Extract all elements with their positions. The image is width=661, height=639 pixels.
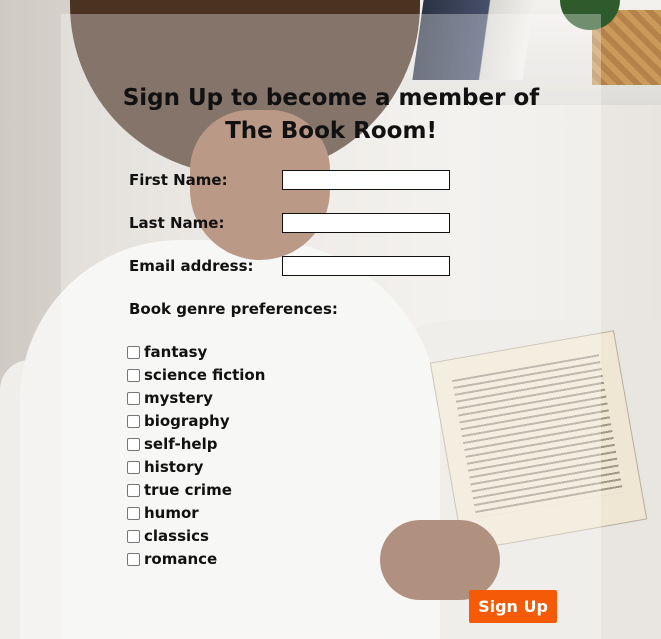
genre-option-humor[interactable]: humor (127, 502, 199, 524)
genre-option-label: history (144, 458, 204, 476)
checkbox[interactable] (127, 483, 140, 497)
genre-option-romance[interactable]: romance (127, 548, 217, 570)
genre-preferences-label: Book genre preferences: (129, 300, 338, 318)
checkbox[interactable] (127, 552, 140, 566)
genre-option-fantasy[interactable]: fantasy (127, 341, 207, 363)
genre-option-label: true crime (144, 481, 232, 499)
email-field[interactable] (282, 256, 450, 276)
page-title: Sign Up to become a member of The Book R… (61, 82, 601, 148)
genre-option-history[interactable]: history (127, 456, 203, 478)
genre-option-label: humor (144, 504, 199, 522)
genre-option-label: biography (144, 412, 230, 430)
genre-option-classics[interactable]: classics (127, 525, 209, 547)
genre-option-science-fiction[interactable]: science fiction (127, 364, 265, 386)
genre-option-label: classics (144, 527, 209, 545)
last-name-label: Last Name: (129, 214, 225, 232)
genre-option-label: science fiction (144, 366, 266, 384)
genre-option-label: mystery (144, 389, 213, 407)
first-name-label: First Name: (129, 171, 228, 189)
checkbox[interactable] (127, 368, 140, 382)
genre-option-mystery[interactable]: mystery (127, 387, 213, 409)
title-line-2: The Book Room! (225, 118, 437, 144)
genre-option-label: self-help (144, 435, 218, 453)
sign-up-button[interactable]: Sign Up (469, 590, 557, 623)
checkbox[interactable] (127, 414, 140, 428)
genre-option-true-crime[interactable]: true crime (127, 479, 232, 501)
checkbox[interactable] (127, 345, 140, 359)
genre-option-label: romance (144, 550, 218, 568)
email-label: Email address: (129, 257, 254, 275)
checkbox[interactable] (127, 437, 140, 451)
genre-option-label: fantasy (144, 343, 208, 361)
genre-option-self-help[interactable]: self-help (127, 433, 217, 455)
checkbox[interactable] (127, 506, 140, 520)
title-line-1: Sign Up to become a member of (122, 85, 540, 111)
checkbox[interactable] (127, 391, 140, 405)
first-name-field[interactable] (282, 170, 450, 190)
checkbox[interactable] (127, 529, 140, 543)
last-name-field[interactable] (282, 213, 450, 233)
checkbox[interactable] (127, 460, 140, 474)
genre-option-biography[interactable]: biography (127, 410, 230, 432)
